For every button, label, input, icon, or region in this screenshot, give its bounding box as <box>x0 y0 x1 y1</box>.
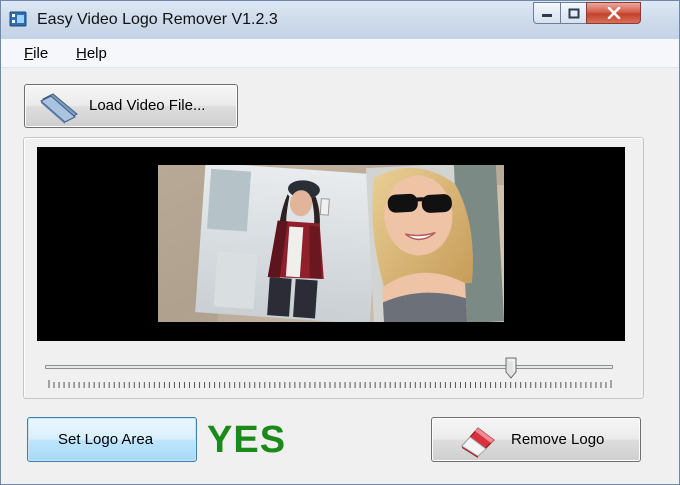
menu-help-label: elp <box>86 45 107 62</box>
close-icon <box>587 3 640 23</box>
remove-logo-button[interactable]: Remove Logo <box>431 417 641 462</box>
menu-help[interactable]: Help <box>76 45 107 62</box>
remove-logo-label: Remove Logo <box>511 431 605 448</box>
menu-help-accel: H <box>76 45 87 62</box>
menu-bar: File Help <box>1 39 679 68</box>
app-window: Easy Video Logo Remover V1.2.3 File Help <box>0 0 680 485</box>
menu-file-label: ile <box>33 45 49 62</box>
title-bar[interactable]: Easy Video Logo Remover V1.2.3 <box>1 1 679 39</box>
slider-tick-marks <box>48 380 612 388</box>
set-logo-area-button[interactable]: Set Logo Area <box>27 417 197 462</box>
logo-status-indicator: YES <box>207 419 287 461</box>
window-title: Easy Video Logo Remover V1.2.3 <box>37 11 278 28</box>
load-video-label: Load Video File... <box>89 97 206 114</box>
video-seek-thumb[interactable] <box>505 357 517 379</box>
minimize-icon <box>534 3 560 23</box>
close-button[interactable] <box>586 2 641 24</box>
video-frame-image <box>158 165 504 322</box>
menu-file[interactable]: File <box>24 45 48 62</box>
video-preview <box>37 147 625 341</box>
video-frame <box>158 165 504 322</box>
maximize-icon <box>561 3 586 23</box>
film-icon <box>9 11 27 27</box>
minimize-button[interactable] <box>533 2 561 24</box>
video-seek-track[interactable] <box>45 365 613 369</box>
eraser-icon <box>461 427 495 458</box>
folder-icon <box>40 93 78 124</box>
set-logo-area-label: Set Logo Area <box>58 431 154 448</box>
maximize-button[interactable] <box>560 2 587 24</box>
menu-file-accel: F <box>24 45 34 62</box>
load-video-button[interactable]: Load Video File... <box>24 84 238 128</box>
